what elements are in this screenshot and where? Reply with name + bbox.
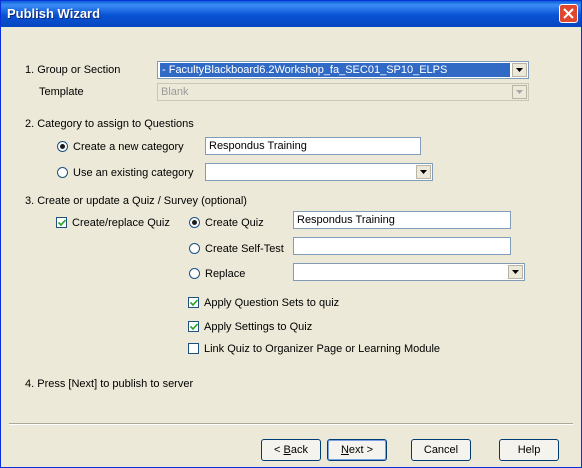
create-replace-quiz-checkbox[interactable] xyxy=(56,217,67,228)
back-mnemonic: B xyxy=(283,444,291,456)
chevron-down-icon xyxy=(516,90,523,94)
existing-category-dropdown[interactable] xyxy=(205,163,433,181)
existing-category-radio[interactable] xyxy=(57,167,68,178)
checkmark-icon xyxy=(190,299,198,307)
create-replace-quiz-label[interactable]: Create/replace Quiz xyxy=(72,216,170,230)
publish-instruction: 4. Press [Next] to publish to server xyxy=(25,378,194,390)
quiz-name-input[interactable]: Respondus Training xyxy=(293,211,511,229)
replace-quiz-dropdown-button[interactable] xyxy=(508,265,523,279)
create-category-radio[interactable] xyxy=(57,141,68,152)
quiz-name-value: Respondus Training xyxy=(297,214,395,226)
category-heading: 2. Category to assign to Questions xyxy=(25,118,194,130)
create-category-label[interactable]: Create a new category xyxy=(73,140,184,154)
back-button[interactable]: < Back xyxy=(261,439,321,461)
create-self-test-radio[interactable] xyxy=(189,243,200,254)
create-quiz-label[interactable]: Create Quiz xyxy=(205,216,264,230)
new-category-value: Respondus Training xyxy=(209,140,307,152)
back-prefix: < xyxy=(274,444,284,456)
close-icon xyxy=(563,8,574,19)
apply-question-sets-checkbox[interactable] xyxy=(188,297,199,308)
link-organizer-checkbox[interactable] xyxy=(188,343,199,354)
chevron-down-icon xyxy=(420,170,427,174)
self-test-name-input[interactable] xyxy=(293,237,511,255)
replace-radio[interactable] xyxy=(189,268,200,279)
template-dropdown: Blank xyxy=(157,83,529,101)
cancel-label: Cancel xyxy=(423,444,459,456)
group-section-dropdown[interactable]: - FacultyBlackboard6.2Workshop_fa_SEC01_… xyxy=(157,61,529,79)
template-value: Blank xyxy=(161,86,189,98)
help-label: Help xyxy=(517,444,541,456)
close-button[interactable] xyxy=(559,4,578,23)
apply-settings-label[interactable]: Apply Settings to Quiz xyxy=(204,320,312,334)
cancel-button[interactable]: Cancel xyxy=(411,439,471,461)
replace-label[interactable]: Replace xyxy=(205,267,245,281)
chevron-down-icon xyxy=(512,270,519,274)
back-rest: ack xyxy=(290,444,308,456)
next-button[interactable]: Next > xyxy=(327,439,387,461)
apply-settings-checkbox[interactable] xyxy=(188,321,199,332)
window-title: Publish Wizard xyxy=(7,6,101,21)
template-dropdown-button xyxy=(512,85,527,99)
new-category-input[interactable]: Respondus Training xyxy=(205,137,421,155)
apply-question-sets-label[interactable]: Apply Question Sets to quiz xyxy=(204,296,339,310)
create-self-test-label[interactable]: Create Self-Test xyxy=(205,242,284,256)
checkmark-icon xyxy=(58,219,66,227)
create-quiz-radio[interactable] xyxy=(189,217,200,228)
group-section-dropdown-button[interactable] xyxy=(512,63,527,77)
quiz-heading: 3. Create or update a Quiz / Survey (opt… xyxy=(25,195,247,207)
group-section-label: 1. Group or Section xyxy=(25,64,121,76)
replace-quiz-dropdown[interactable] xyxy=(293,263,525,281)
template-label: Template xyxy=(39,86,84,98)
existing-category-dropdown-button[interactable] xyxy=(416,165,431,179)
title-bar[interactable]: Publish Wizard xyxy=(1,1,581,27)
existing-category-label[interactable]: Use an existing category xyxy=(73,166,193,180)
next-mnemonic: N xyxy=(340,444,349,456)
next-rest: ext > xyxy=(348,444,374,456)
group-section-value: - FacultyBlackboard6.2Workshop_fa_SEC01_… xyxy=(160,63,510,77)
checkmark-icon xyxy=(190,323,198,331)
link-organizer-label[interactable]: Link Quiz to Organizer Page or Learning … xyxy=(204,342,440,356)
publish-wizard-window: Publish Wizard 1. Group or Section - Fac… xyxy=(0,0,582,468)
help-button[interactable]: Help xyxy=(499,439,559,461)
wizard-content: 1. Group or Section - FacultyBlackboard6… xyxy=(1,27,581,467)
chevron-down-icon xyxy=(516,68,523,72)
footer-divider xyxy=(9,423,573,425)
